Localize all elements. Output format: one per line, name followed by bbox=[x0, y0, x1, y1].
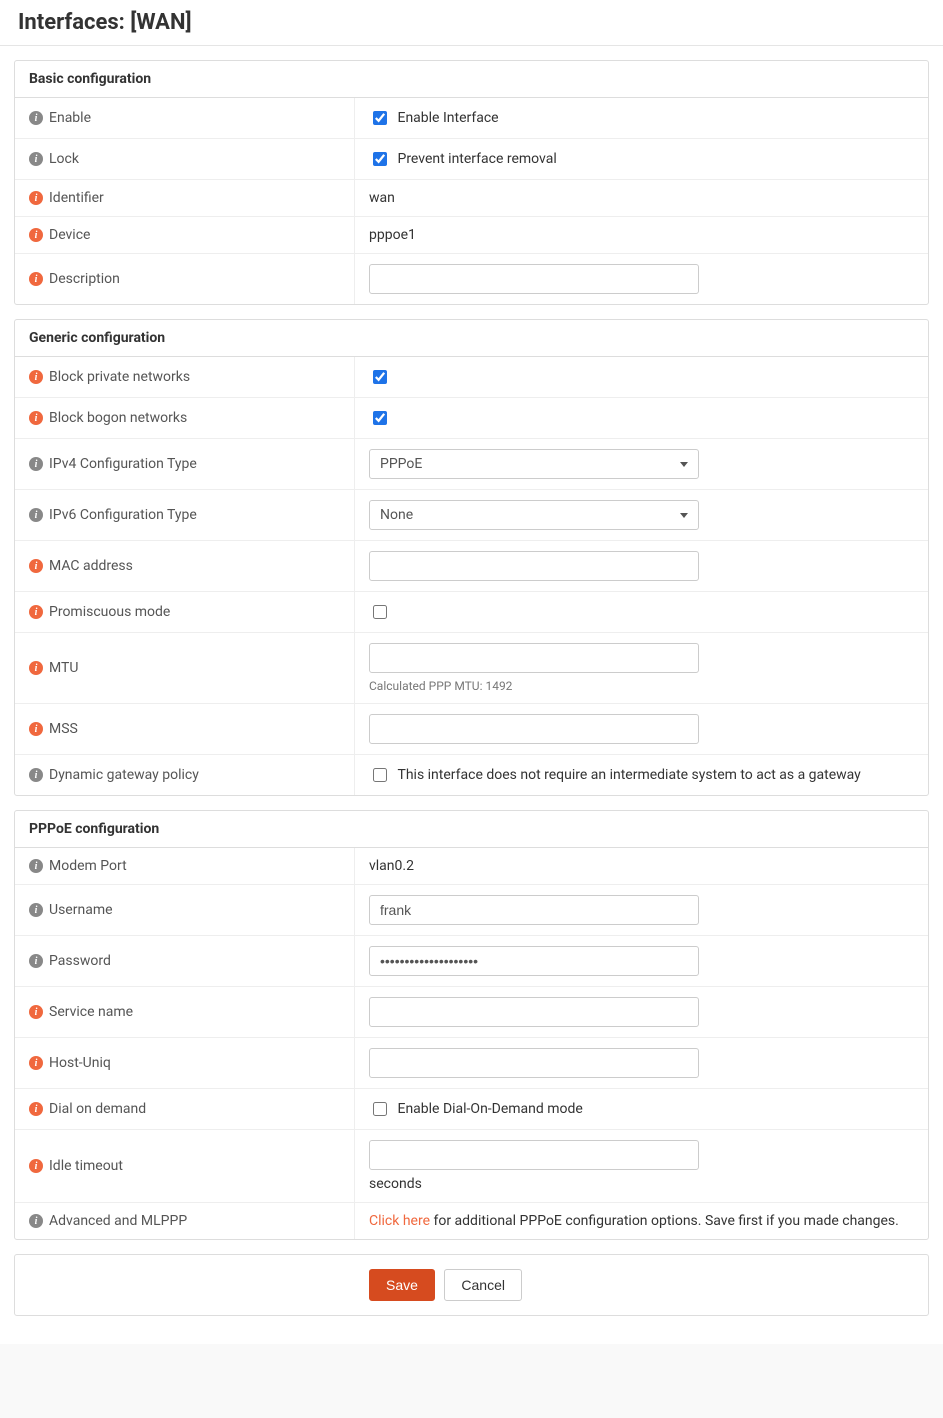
mtu-input[interactable] bbox=[369, 643, 699, 673]
cancel-button[interactable]: Cancel bbox=[444, 1269, 522, 1301]
panel-generic: Generic configuration i Block private ne… bbox=[14, 319, 929, 796]
mac-input[interactable] bbox=[369, 551, 699, 581]
info-icon[interactable]: i bbox=[29, 1214, 43, 1228]
panel-footer: Save Cancel bbox=[14, 1254, 929, 1316]
dial-on-demand-checkbox[interactable] bbox=[373, 1102, 387, 1116]
device-value: pppoe1 bbox=[369, 227, 416, 243]
info-icon[interactable]: i bbox=[29, 1005, 43, 1019]
host-uniq-input[interactable] bbox=[369, 1048, 699, 1078]
label-mss: MSS bbox=[49, 721, 78, 737]
ipv6-type-value: None bbox=[380, 507, 413, 523]
label-lock: Lock bbox=[49, 151, 79, 167]
promiscuous-checkbox[interactable] bbox=[373, 605, 387, 619]
block-bogon-checkbox[interactable] bbox=[373, 411, 387, 425]
dyn-gateway-checkbox[interactable] bbox=[373, 768, 387, 782]
info-icon[interactable]: i bbox=[29, 228, 43, 242]
identifier-value: wan bbox=[369, 190, 395, 206]
label-ipv6-type: IPv6 Configuration Type bbox=[49, 507, 197, 523]
dial-on-demand-checkbox-label: Enable Dial-On-Demand mode bbox=[397, 1101, 582, 1117]
label-username: Username bbox=[49, 902, 113, 918]
enable-checkbox[interactable] bbox=[373, 111, 387, 125]
username-input[interactable] bbox=[369, 895, 699, 925]
description-input[interactable] bbox=[369, 264, 699, 294]
info-icon[interactable]: i bbox=[29, 768, 43, 782]
block-private-checkbox[interactable] bbox=[373, 370, 387, 384]
panel-basic: Basic configuration i Enable Enable Inte… bbox=[14, 60, 929, 305]
page-header: Interfaces: [WAN] bbox=[0, 0, 943, 46]
info-icon[interactable]: i bbox=[29, 191, 43, 205]
label-dyn-gateway: Dynamic gateway policy bbox=[49, 767, 199, 783]
info-icon[interactable]: i bbox=[29, 559, 43, 573]
chevron-down-icon bbox=[680, 513, 688, 518]
ipv4-type-value: PPPoE bbox=[380, 456, 422, 472]
label-mtu: MTU bbox=[49, 660, 78, 676]
info-icon[interactable]: i bbox=[29, 722, 43, 736]
ipv4-type-select[interactable]: PPPoE bbox=[369, 449, 699, 479]
label-password: Password bbox=[49, 953, 111, 969]
info-icon[interactable]: i bbox=[29, 370, 43, 384]
label-dial-on-demand: Dial on demand bbox=[49, 1101, 146, 1117]
idle-timeout-input[interactable] bbox=[369, 1140, 699, 1170]
panel-heading-basic: Basic configuration bbox=[15, 61, 928, 98]
lock-checkbox-label: Prevent interface removal bbox=[397, 151, 556, 167]
panel-pppoe: PPPoE configuration i Modem Port vlan0.2… bbox=[14, 810, 929, 1240]
info-icon[interactable]: i bbox=[29, 411, 43, 425]
label-identifier: Identifier bbox=[49, 190, 104, 206]
lock-checkbox[interactable] bbox=[373, 152, 387, 166]
label-advanced: Advanced and MLPPP bbox=[49, 1213, 187, 1229]
label-description: Description bbox=[49, 271, 120, 287]
page-title: Interfaces: [WAN] bbox=[18, 10, 925, 35]
info-icon[interactable]: i bbox=[29, 859, 43, 873]
label-service-name: Service name bbox=[49, 1004, 133, 1020]
label-promiscuous: Promiscuous mode bbox=[49, 604, 170, 620]
panel-heading-pppoe: PPPoE configuration bbox=[15, 811, 928, 848]
idle-timeout-help: seconds bbox=[369, 1176, 914, 1192]
label-device: Device bbox=[49, 227, 90, 243]
dyn-gateway-checkbox-label: This interface does not require an inter… bbox=[397, 767, 860, 783]
info-icon[interactable]: i bbox=[29, 457, 43, 471]
info-icon[interactable]: i bbox=[29, 508, 43, 522]
label-enable: Enable bbox=[49, 110, 91, 126]
info-icon[interactable]: i bbox=[29, 661, 43, 675]
advanced-rest: for additional PPPoE configuration optio… bbox=[430, 1213, 899, 1229]
info-icon[interactable]: i bbox=[29, 1102, 43, 1116]
label-block-bogon: Block bogon networks bbox=[49, 410, 187, 426]
mtu-help: Calculated PPP MTU: 1492 bbox=[369, 679, 914, 693]
info-icon[interactable]: i bbox=[29, 111, 43, 125]
label-block-private: Block private networks bbox=[49, 369, 190, 385]
info-icon[interactable]: i bbox=[29, 152, 43, 166]
label-idle-timeout: Idle timeout bbox=[49, 1158, 123, 1174]
info-icon[interactable]: i bbox=[29, 954, 43, 968]
label-mac: MAC address bbox=[49, 558, 133, 574]
advanced-link[interactable]: Click here bbox=[369, 1213, 430, 1229]
panel-heading-generic: Generic configuration bbox=[15, 320, 928, 357]
label-host-uniq: Host-Uniq bbox=[49, 1055, 111, 1071]
info-icon[interactable]: i bbox=[29, 272, 43, 286]
save-button[interactable]: Save bbox=[369, 1269, 435, 1301]
chevron-down-icon bbox=[680, 462, 688, 467]
info-icon[interactable]: i bbox=[29, 1056, 43, 1070]
ipv6-type-select[interactable]: None bbox=[369, 500, 699, 530]
label-ipv4-type: IPv4 Configuration Type bbox=[49, 456, 197, 472]
password-input[interactable] bbox=[369, 946, 699, 976]
mss-input[interactable] bbox=[369, 714, 699, 744]
service-name-input[interactable] bbox=[369, 997, 699, 1027]
enable-checkbox-label: Enable Interface bbox=[397, 110, 498, 126]
modem-port-value: vlan0.2 bbox=[369, 858, 414, 874]
info-icon[interactable]: i bbox=[29, 903, 43, 917]
label-modem-port: Modem Port bbox=[49, 858, 127, 874]
info-icon[interactable]: i bbox=[29, 1159, 43, 1173]
info-icon[interactable]: i bbox=[29, 605, 43, 619]
